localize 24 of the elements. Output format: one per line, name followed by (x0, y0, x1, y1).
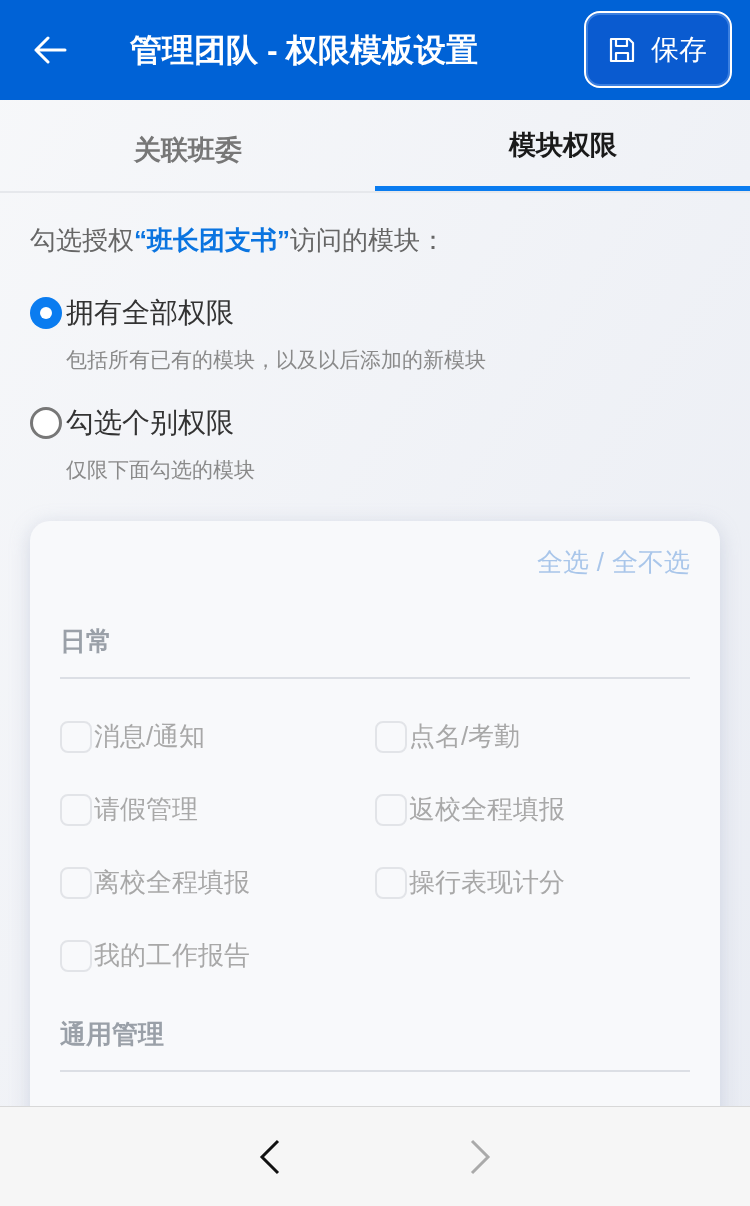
module-label: 操行表现计分 (409, 866, 565, 899)
option-label: 勾选个别权限 (66, 405, 234, 440)
option-label: 拥有全部权限 (66, 296, 234, 330)
module-label: 离校全程填报 (94, 866, 250, 899)
group-heading: 日常 (60, 622, 690, 679)
option-description: 仅限下面勾选的模块 (66, 456, 256, 483)
instruction-text: 勾选授权“班长团支书”访问的模块： (30, 224, 447, 257)
chevron-icon (469, 1138, 491, 1175)
back-arrow-icon (33, 36, 67, 64)
module-label: 点名/考勤 (409, 720, 521, 753)
module-label: 我的工作报告 (94, 939, 250, 972)
save-button[interactable]: 保存 (584, 11, 732, 88)
module-label: 请假管理 (94, 793, 198, 826)
option-description: 包括所有已有的模块，以及以后添加的新模块 (66, 347, 487, 373)
page-title: 管理团队 - 权限模板设置 (130, 31, 479, 70)
module-label: 消息/通知 (94, 720, 206, 753)
tab[interactable]: 模块权限 (375, 100, 750, 191)
tab[interactable]: 关联班委 (0, 100, 375, 191)
radio-button[interactable] (30, 406, 62, 439)
group-heading: 通用管理 (60, 1015, 690, 1072)
chevron-icon (259, 1138, 281, 1175)
module-label: 返校全程填报 (409, 793, 565, 826)
separator-text: / (596, 546, 604, 579)
radio-button[interactable] (30, 297, 62, 329)
